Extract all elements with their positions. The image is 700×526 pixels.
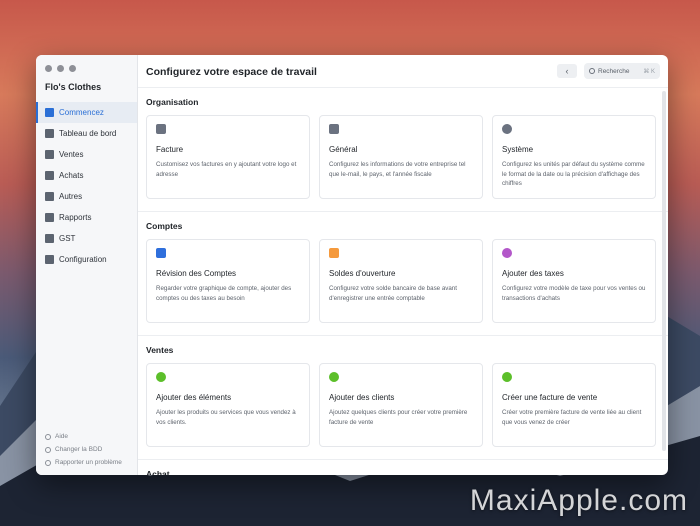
sidebar-item-label: Achats xyxy=(59,171,84,180)
window-controls xyxy=(45,65,76,72)
card-description: Configurez les unités par défaut du syst… xyxy=(502,161,645,187)
wand-icon xyxy=(45,108,54,117)
card-facture[interactable]: Facture Customisez vos factures en y ajo… xyxy=(146,115,310,199)
folder-icon xyxy=(329,248,339,258)
sidebar-item-label: Tableau de bord xyxy=(59,129,117,138)
purchases-icon xyxy=(45,171,54,180)
card-description: Customisez vos factures en y ajoutant vo… xyxy=(156,161,297,178)
card-title: Soldes d'ouverture xyxy=(329,269,396,278)
check-circle-icon xyxy=(156,372,166,382)
dashboard-icon xyxy=(45,129,54,138)
card-systeme[interactable]: Système Configurez les unités par défaut… xyxy=(492,115,656,199)
gst-icon xyxy=(45,234,54,243)
setup-content: Organisation Facture Customisez vos fact… xyxy=(138,88,668,475)
card-title: Système xyxy=(502,145,534,154)
card-description: Configurez votre modèle de taxe pour vos… xyxy=(502,285,646,302)
minimize-window-button[interactable] xyxy=(57,65,64,72)
sidebar-item-rapports[interactable]: Rapports xyxy=(36,207,137,228)
card-ajouter-taxes[interactable]: Ajouter des taxes Configurez votre modèl… xyxy=(492,239,656,323)
card-revision-comptes[interactable]: Révision des Comptes Regarder votre grap… xyxy=(146,239,310,323)
sidebar-item-achats[interactable]: Achats xyxy=(36,165,137,186)
search-document-icon xyxy=(156,248,166,258)
card-title: Ajouter des clients xyxy=(329,393,395,402)
card-title: Ajouter des taxes xyxy=(502,269,564,278)
search-icon xyxy=(589,68,595,74)
card-ajouter-elements[interactable]: Ajouter des éléments Ajouter les produit… xyxy=(146,363,310,447)
card-title: Général xyxy=(329,145,358,154)
section-organisation: Organisation Facture Customisez vos fact… xyxy=(138,88,668,212)
sidebar-item-label: GST xyxy=(59,234,76,243)
search-button[interactable]: Recherche ⌘ K xyxy=(584,63,660,79)
card-title: Révision des Comptes xyxy=(156,269,237,278)
section-title: Ventes xyxy=(146,345,174,355)
header: Configurez votre espace de travail ‹ Rec… xyxy=(138,55,668,88)
change-database-link[interactable]: Changer la BDD xyxy=(45,443,122,456)
check-circle-icon xyxy=(502,372,512,382)
section-comptes: Comptes Révision des Comptes Regarder vo… xyxy=(138,212,668,336)
section-title-achat: Achat xyxy=(146,469,170,475)
sidebar-item-label: Autres xyxy=(59,192,83,201)
app-window: Flo's Clothes Commencez Tableau de bord … xyxy=(36,55,668,475)
sidebar-item-gst[interactable]: GST xyxy=(36,228,137,249)
page-title: Configurez votre espace de travail xyxy=(146,66,317,78)
card-title: Créer une facture de vente xyxy=(502,393,598,402)
tools-icon xyxy=(329,124,339,134)
back-button[interactable]: ‹ xyxy=(557,64,577,78)
card-title: Ajouter des éléments xyxy=(156,393,232,402)
scrollbar[interactable] xyxy=(662,91,666,451)
percent-icon xyxy=(502,248,512,258)
sidebar-item-autres[interactable]: Autres xyxy=(36,186,137,207)
sales-icon xyxy=(45,150,54,159)
sidebar-item-configuration[interactable]: Configuration xyxy=(36,249,137,270)
help-link-label: Aide xyxy=(55,433,69,440)
section-ventes: Ventes Ajouter des éléments Ajouter les … xyxy=(138,336,668,460)
company-name: Flo's Clothes xyxy=(45,82,102,92)
card-soldes-ouverture[interactable]: Soldes d'ouverture Configurez votre sold… xyxy=(319,239,483,323)
card-creer-facture[interactable]: Créer une facture de vente Créer votre p… xyxy=(492,363,656,447)
card-ajouter-clients[interactable]: Ajouter des clients Ajoutez quelques cli… xyxy=(319,363,483,447)
sidebar-item-label: Ventes xyxy=(59,150,84,159)
search-placeholder: Recherche xyxy=(598,67,630,75)
sidebar-item-label: Configuration xyxy=(59,255,107,264)
magic-wand-icon xyxy=(156,124,166,134)
zoom-window-button[interactable] xyxy=(69,65,76,72)
sidebar-item-tableau-de-bord[interactable]: Tableau de bord xyxy=(36,123,137,144)
others-icon xyxy=(45,192,54,201)
close-window-button[interactable] xyxy=(45,65,52,72)
database-icon xyxy=(45,446,51,453)
settings-icon xyxy=(45,255,54,264)
flag-icon xyxy=(45,459,51,466)
sidebar-item-ventes[interactable]: Ventes xyxy=(36,144,137,165)
card-description: Regarder votre graphique de compte, ajou… xyxy=(156,285,292,302)
main-panel: Configurez votre espace de travail ‹ Rec… xyxy=(138,55,668,475)
card-description: Ajouter les produits ou services que vou… xyxy=(156,409,296,426)
help-link[interactable]: Aide xyxy=(45,430,122,443)
sidebar-footer: Aide Changer la BDD Rapporter un problèm… xyxy=(45,430,122,469)
section-title: Organisation xyxy=(146,97,199,107)
gear-icon xyxy=(502,124,512,134)
check-circle-icon xyxy=(329,372,339,382)
change-database-label: Changer la BDD xyxy=(55,446,103,453)
sidebar-item-label: Commencez xyxy=(59,108,104,117)
section-title: Comptes xyxy=(146,221,183,231)
card-title: Facture xyxy=(156,145,184,154)
card-description: Configurez votre solde bancaire de base … xyxy=(329,285,457,302)
reports-icon xyxy=(45,213,54,222)
search-shortcut: ⌘ K xyxy=(643,68,655,75)
sidebar-nav: Commencez Tableau de bord Ventes Achats … xyxy=(36,102,137,270)
report-issue-label: Rapporter un problème xyxy=(55,459,122,466)
card-description: Ajoutez quelques clients pour créer votr… xyxy=(329,409,468,426)
report-issue-link[interactable]: Rapporter un problème xyxy=(45,456,122,469)
help-icon xyxy=(45,433,51,440)
sidebar-item-label: Rapports xyxy=(59,213,92,222)
card-description: Configurez les informations de votre ent… xyxy=(329,161,466,178)
sidebar-item-commencez[interactable]: Commencez xyxy=(36,102,137,123)
card-description: Créer votre première facture de vente li… xyxy=(502,409,642,426)
watermark: MaxiApple.com xyxy=(469,484,688,517)
sidebar: Flo's Clothes Commencez Tableau de bord … xyxy=(36,55,138,475)
card-general[interactable]: Général Configurez les informations de v… xyxy=(319,115,483,199)
